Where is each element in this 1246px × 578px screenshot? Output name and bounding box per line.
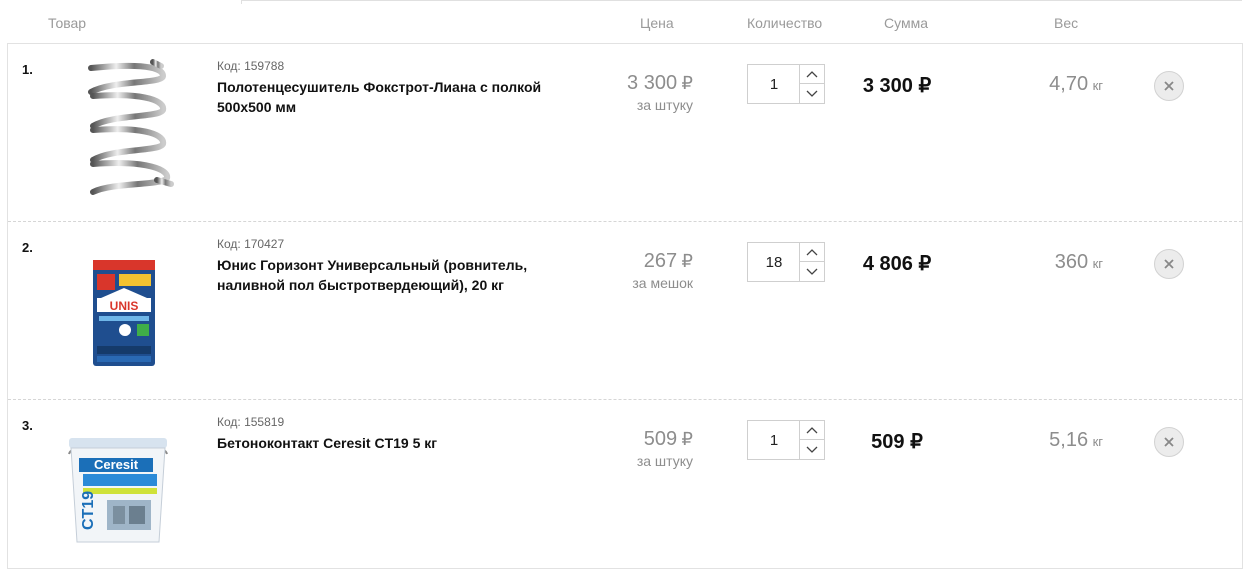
- header-top-border: [242, 0, 1242, 4]
- product-image[interactable]: UNIS: [53, 230, 183, 380]
- row-sum: 4 806 ₽: [827, 251, 967, 276]
- price-unit: за мешок: [632, 275, 693, 291]
- sum-value: 4 806: [862, 253, 913, 275]
- stepper-buttons: [799, 243, 824, 281]
- paint-bucket-icon: Ceresit CT19: [68, 438, 168, 543]
- unit-price: 509 ₽ за штуку: [533, 428, 693, 469]
- decrease-button[interactable]: [800, 262, 824, 281]
- towel-dryer-icon: [88, 59, 174, 195]
- cement-bag-icon: UNIS: [93, 260, 155, 366]
- product-code: Код: 170427: [217, 237, 285, 251]
- ruble-sign: ₽: [918, 253, 932, 275]
- price-unit: за штуку: [636, 97, 693, 113]
- chevron-up-icon: [806, 71, 818, 78]
- row-sum: 3 300 ₽: [827, 73, 967, 98]
- close-icon: [1164, 81, 1174, 91]
- ruble-sign: ₽: [910, 431, 923, 453]
- table-header: Товар Цена Количество Сумма Вес: [0, 0, 1246, 44]
- header-weight: Вес: [1054, 15, 1079, 31]
- row-weight: 4,70 кг: [983, 73, 1103, 96]
- table-row: 3. Ceresit CT19 Код: 155819 Бетоноконтак…: [7, 400, 1243, 578]
- bag-brand: UNIS: [110, 299, 139, 313]
- unit-price: 3 300 ₽ за штуку: [533, 72, 693, 113]
- header-product: Товар: [48, 15, 87, 31]
- product-title-link[interactable]: Полотенцесушитель Фокстрот-Лиана с полко…: [217, 77, 547, 117]
- table-row: 1. Код: 159788 Полотенцесушитель Фокстро…: [7, 44, 1243, 222]
- remove-item-button[interactable]: [1154, 71, 1184, 101]
- table-row: 2. UNIS Код: 170427 Юнис Горизонт Универ…: [7, 222, 1243, 400]
- weight-unit: кг: [1092, 256, 1103, 271]
- row-number: 3.: [22, 418, 33, 433]
- remove-item-button[interactable]: [1154, 249, 1184, 279]
- bucket-model: CT19: [80, 491, 97, 530]
- chevron-up-icon: [806, 249, 818, 256]
- stepper-buttons: [799, 65, 824, 103]
- quantity-stepper: [747, 420, 825, 460]
- header-quantity: Количество: [747, 15, 823, 31]
- product-image[interactable]: Ceresit CT19: [53, 408, 183, 558]
- quantity-stepper: [747, 242, 825, 282]
- increase-button[interactable]: [800, 243, 824, 262]
- price-value: 267: [643, 250, 678, 272]
- chevron-down-icon: [806, 446, 818, 453]
- stepper-buttons: [799, 421, 824, 459]
- row-weight: 360 кг: [983, 251, 1103, 274]
- unit-price: 267 ₽ за мешок: [533, 250, 693, 291]
- decrease-button[interactable]: [800, 440, 824, 459]
- close-icon: [1164, 437, 1174, 447]
- product-title-link[interactable]: Юнис Горизонт Универсальный (ровнитель, …: [217, 255, 547, 295]
- remove-item-button[interactable]: [1154, 427, 1184, 457]
- header-divider: [241, 0, 242, 4]
- row-number: 2.: [22, 240, 33, 255]
- ruble-sign: ₽: [681, 73, 693, 93]
- increase-button[interactable]: [800, 65, 824, 84]
- product-code: Код: 155819: [217, 415, 285, 429]
- product-title-link[interactable]: Бетоноконтакт Ceresit CT19 5 кг: [217, 433, 547, 453]
- weight-unit: кг: [1092, 78, 1103, 93]
- chevron-down-icon: [806, 268, 818, 275]
- quantity-input[interactable]: [748, 65, 800, 103]
- header-sum: Сумма: [884, 15, 928, 31]
- row-weight: 5,16 кг: [983, 429, 1103, 452]
- product-image[interactable]: [53, 52, 183, 202]
- weight-unit: кг: [1092, 434, 1103, 449]
- sum-value: 509: [871, 431, 905, 453]
- product-code: Код: 159788: [217, 59, 285, 73]
- chevron-up-icon: [806, 427, 818, 434]
- price-unit: за штуку: [636, 453, 693, 469]
- ruble-sign: ₽: [918, 75, 932, 97]
- header-price: Цена: [640, 15, 674, 31]
- weight-value: 4,70: [1049, 73, 1089, 95]
- chevron-down-icon: [806, 90, 818, 97]
- ruble-sign: ₽: [681, 429, 693, 449]
- quantity-input[interactable]: [748, 243, 800, 281]
- weight-value: 5,16: [1049, 429, 1089, 451]
- row-number: 1.: [22, 62, 33, 77]
- close-icon: [1164, 259, 1174, 269]
- ruble-sign: ₽: [681, 251, 693, 271]
- bucket-brand: Ceresit: [94, 457, 139, 472]
- quantity-stepper: [747, 64, 825, 104]
- increase-button[interactable]: [800, 421, 824, 440]
- row-sum: 509 ₽: [827, 429, 967, 454]
- decrease-button[interactable]: [800, 84, 824, 103]
- price-value: 3 300: [627, 72, 678, 94]
- quantity-input[interactable]: [748, 421, 800, 459]
- weight-value: 360: [1054, 251, 1089, 273]
- price-value: 509: [643, 428, 678, 450]
- sum-value: 3 300: [862, 75, 913, 97]
